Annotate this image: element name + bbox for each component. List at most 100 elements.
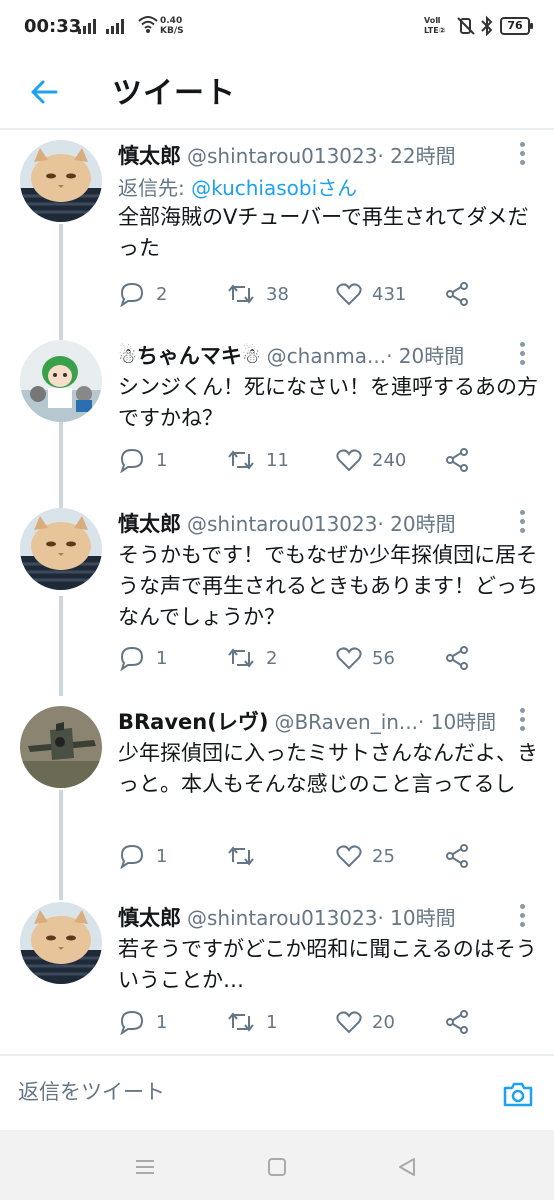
like-count: 56 [372,647,395,669]
volte-line1: VoⅡ [424,16,441,25]
like-button[interactable]: 25 [336,840,395,872]
reply-count: 1 [156,845,168,867]
reply-icon [120,646,144,671]
author-name[interactable]: ☃ちゃんマキ☃ [118,340,261,370]
tweet-actions: 1 2 56 [118,642,538,674]
thread-connector [59,790,63,900]
app-header: ツイート [0,56,554,128]
status-time: 00:33 [24,16,82,37]
author-handle[interactable]: @shintarou013023 [187,144,377,168]
retweet-count: 2 [266,647,278,669]
like-button[interactable]: 431 [336,278,406,310]
reply-button[interactable]: 2 [118,278,167,310]
reply-icon [120,282,144,307]
more-options-icon[interactable] [510,138,534,168]
author-name[interactable]: 慎太郎 [118,140,181,170]
tweet-time: · 10時間 [377,906,456,930]
avatar[interactable] [20,706,102,788]
author-name[interactable]: BRaven(レヴ) [118,706,268,736]
retweet-count: 38 [266,283,289,305]
author-handle[interactable]: @BRaven_in... [274,710,418,734]
reply-button[interactable]: 1 [118,1006,167,1038]
battery-icon: 76 [500,17,533,35]
reply-count: 2 [156,283,168,305]
author-handle[interactable]: @shintarou013023 [187,906,377,930]
avatar[interactable] [20,140,102,222]
like-button[interactable]: 20 [336,1006,395,1038]
author-handle[interactable]: @chanma... [267,344,386,368]
camera-icon [503,1082,533,1107]
avatar[interactable] [20,902,102,984]
heart-icon [336,1011,362,1034]
retweet-button[interactable]: 2 [226,642,277,674]
tweet-actions: 1 25 [118,840,538,872]
heart-icon [336,647,362,670]
more-options-icon[interactable] [510,506,534,536]
reply-button[interactable]: 1 [118,444,167,476]
like-button[interactable]: 56 [336,642,395,674]
plane-avatar-image [20,706,102,788]
more-options-icon[interactable] [510,704,534,734]
reply-to-label: 返信先: [118,176,192,200]
avatar[interactable] [20,340,102,422]
net-speed: 0.40 KB/S [160,16,184,36]
share-button[interactable] [444,444,470,476]
avatar[interactable] [20,508,102,590]
nav-back-button[interactable] [392,1152,422,1182]
more-options-icon[interactable] [510,900,534,930]
reply-bar: 返信をツイート [0,1056,554,1130]
retweet-button[interactable]: 38 [226,278,289,310]
retweet-count: 11 [266,449,289,471]
camera-button[interactable] [498,1074,538,1114]
menu-button[interactable] [130,1152,160,1182]
retweet-button[interactable]: 1 [226,1006,277,1038]
author-handle[interactable]: @shintarou013023 [187,512,377,536]
tweet-header: ☃ちゃんマキ☃ @chanma... · 20時間 [118,340,504,370]
tweet-header: 慎太郎 @shintarou013023 · 20時間 [118,508,504,538]
tweet-header: 慎太郎 @shintarou013023 · 22時間 [118,140,504,170]
share-icon [446,646,468,670]
share-button[interactable] [444,840,470,872]
tweet-text: 少年探偵団に入ったミサトさんなんだよ、きっと。本人もそんな感じのこと言ってるし [118,741,538,796]
tweet-time: · 20時間 [386,344,465,368]
home-button[interactable] [262,1152,292,1182]
retweet-button[interactable]: 11 [226,444,289,476]
author-name[interactable]: 慎太郎 [118,508,181,538]
reply-icon [120,844,144,869]
more-options-icon[interactable] [510,338,534,368]
back-button[interactable] [22,70,66,114]
home-square-icon [268,1158,286,1176]
author-name[interactable]: 慎太郎 [118,902,181,932]
reply-count: 1 [156,1011,168,1033]
header-divider [0,128,554,130]
cat-avatar-image [20,508,102,590]
arrow-left-icon [31,80,58,104]
share-button[interactable] [444,278,470,310]
wifi-icon [138,16,158,33]
reply-to-mention[interactable]: @kuchiasobiさん [191,176,357,200]
vibrate-mute-icon [457,17,475,35]
like-button[interactable]: 240 [336,444,406,476]
reply-button[interactable]: 1 [118,642,167,674]
share-button[interactable] [444,642,470,674]
reply-icon [120,448,144,473]
like-count: 240 [372,449,407,471]
share-button[interactable] [444,1006,470,1038]
reply-input[interactable]: 返信をツイート [18,1076,165,1106]
signal-icon [106,18,124,34]
tweet-time: · 20時間 [377,512,456,536]
retweet-icon [228,284,254,304]
reply-count: 1 [156,647,168,669]
tweet-time: · 22時間 [377,144,456,168]
share-icon [446,282,468,306]
net-speed-value: 0.40 [160,16,183,26]
cat-avatar-image [20,902,102,984]
like-count: 20 [372,1011,395,1033]
like-count: 431 [372,283,407,305]
retweet-icon [228,648,254,668]
net-speed-unit: KB/S [160,26,184,36]
retweet-icon [228,846,254,866]
tweet-actions: 1 1 20 [118,1006,538,1038]
retweet-button[interactable] [226,840,266,872]
reply-button[interactable]: 1 [118,840,167,872]
